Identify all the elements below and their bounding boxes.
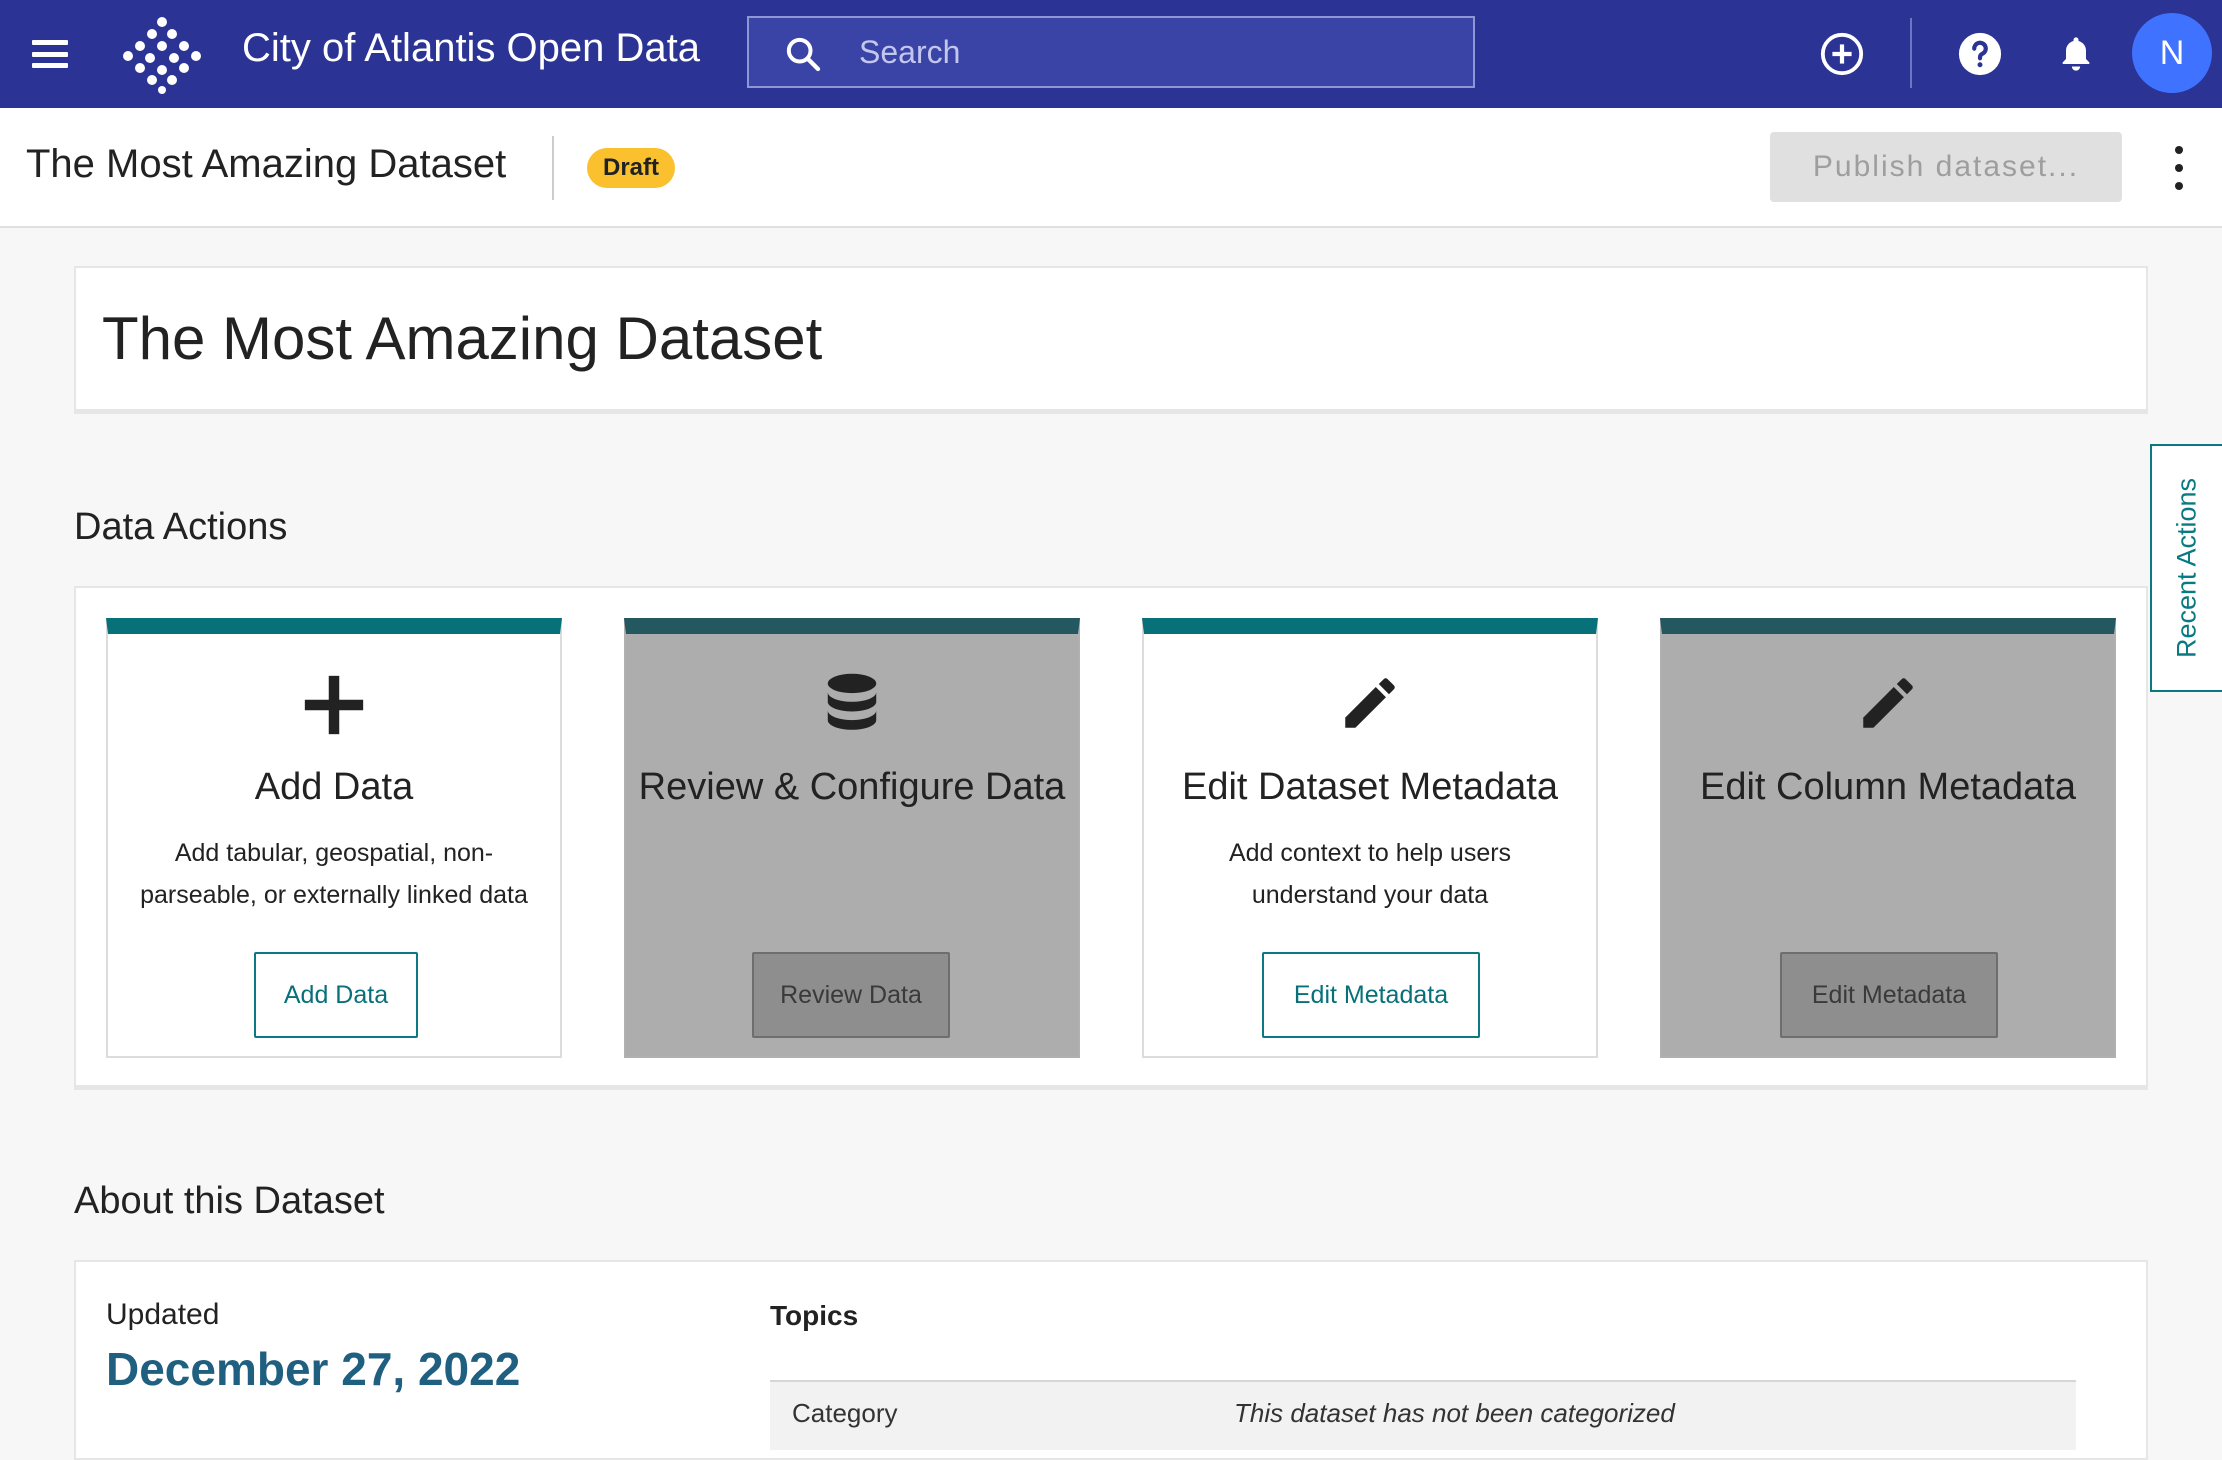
dataset-subheader: The Most Amazing Dataset Draft Publish d… (0, 108, 2222, 228)
subheader-divider (552, 136, 554, 200)
about-dataset-panel: Updated December 27, 2022 Topics Categor… (74, 1260, 2148, 1460)
action-card-review-configure-data: Review & Configure Data Review Data (624, 618, 1080, 1058)
card-title: Edit Column Metadata (1700, 766, 2076, 808)
action-card-edit-column-metadata: Edit Column Metadata Edit Metadata (1660, 618, 2116, 1058)
dataset-title-card: The Most Amazing Dataset (74, 266, 2148, 414)
pencil-icon (1662, 670, 2114, 740)
about-dataset-heading: About this Dataset (74, 1180, 385, 1222)
pencil-icon (1144, 670, 1596, 740)
updated-label: Updated (106, 1298, 220, 1331)
search-bar[interactable] (747, 16, 1475, 88)
topic-key: Category (792, 1398, 898, 1428)
updated-date: December 27, 2022 (106, 1343, 521, 1395)
site-logo-icon[interactable] (122, 14, 202, 94)
add-circle-icon[interactable] (1814, 26, 1870, 82)
page-title: The Most Amazing Dataset (102, 305, 823, 372)
card-description: Add context to help users understand you… (1228, 839, 1512, 909)
nav-divider (1910, 18, 1912, 88)
hamburger-menu-icon[interactable] (30, 34, 70, 74)
search-icon (786, 37, 821, 72)
app-title[interactable]: City of Atlantis Open Data (242, 26, 700, 71)
topic-value: This dataset has not been categorized (1234, 1398, 1675, 1428)
card-description: Add tabular, geospatial, non-parseable, … (140, 839, 528, 909)
plus-icon (108, 670, 560, 740)
recent-actions-tab[interactable]: Recent Actions (2150, 444, 2222, 692)
topics-row-category: Category This dataset has not been categ… (770, 1380, 2076, 1450)
card-title: Edit Dataset Metadata (1182, 766, 1558, 808)
top-nav-bar: City of Atlantis Open Data N (0, 0, 2222, 108)
action-card-add-data: Add Data Add tabular, geospatial, non-pa… (106, 618, 562, 1058)
database-icon (626, 670, 1078, 740)
card-title: Add Data (254, 766, 414, 808)
edit-column-metadata-button[interactable]: Edit Metadata (1780, 952, 1998, 1038)
data-actions-heading: Data Actions (74, 506, 288, 548)
card-title: Review & Configure Data (638, 766, 1066, 808)
recent-actions-label: Recent Actions (2171, 477, 2202, 659)
search-input[interactable] (859, 18, 1459, 86)
review-data-button[interactable]: Review Data (752, 952, 950, 1038)
more-options-icon[interactable] (2168, 146, 2190, 190)
user-avatar[interactable]: N (2132, 13, 2212, 93)
publish-dataset-button[interactable]: Publish dataset... (1770, 132, 2122, 202)
add-data-button[interactable]: Add Data (254, 952, 418, 1038)
notification-bell-icon[interactable] (2048, 26, 2104, 82)
subheader-dataset-title: The Most Amazing Dataset (26, 142, 507, 186)
data-actions-panel: Add Data Add tabular, geospatial, non-pa… (74, 586, 2148, 1090)
action-card-edit-dataset-metadata: Edit Dataset Metadata Add context to hel… (1142, 618, 1598, 1058)
help-icon[interactable] (1952, 26, 2008, 82)
topics-heading: Topics (770, 1300, 859, 1331)
status-badge: Draft (587, 148, 676, 188)
edit-dataset-metadata-button[interactable]: Edit Metadata (1262, 952, 1480, 1038)
